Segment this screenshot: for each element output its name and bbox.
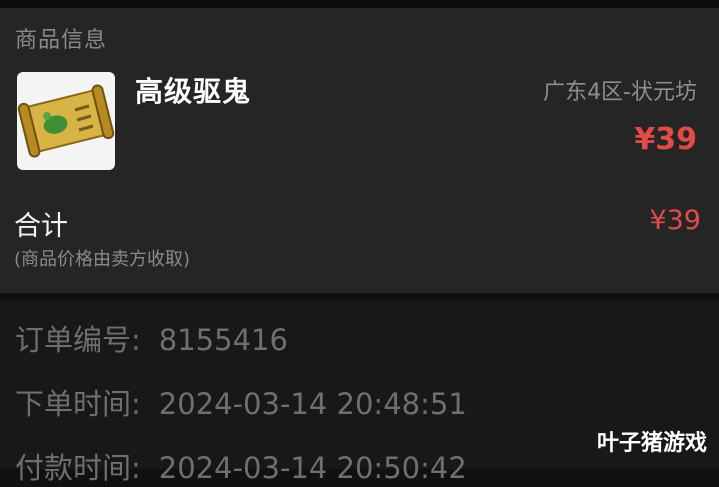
item-thumbnail[interactable] <box>17 72 115 170</box>
item-name: 高级驱鬼 <box>135 75 252 108</box>
price-note: (商品价格由卖方收取) <box>14 249 191 270</box>
product-info-card: 商品信息 高级驱鬼 广东4区-状元坊 ¥39 合计 ¥39 (商品价格由卖方收取… <box>0 8 719 293</box>
server-name: 广东4区-状元坊 <box>543 80 697 105</box>
payment-time-value: 2024-03-14 20:50:42 <box>158 451 467 485</box>
order-number-value: 8155416 <box>158 323 288 357</box>
order-time-value: 2024-03-14 20:48:51 <box>158 387 467 421</box>
section-title: 商品信息 <box>15 28 108 53</box>
watermark: 叶子猪游戏 <box>596 431 707 456</box>
top-bar <box>0 0 719 8</box>
order-time-row: 下单时间: 2024-03-14 20:48:51 <box>15 381 467 423</box>
total-price: ¥39 <box>649 205 701 236</box>
order-number-label: 订单编号: <box>15 323 141 357</box>
total-label: 合计 <box>14 211 68 242</box>
unit-price: ¥39 <box>634 122 697 157</box>
order-time-label: 下单时间: <box>15 387 141 421</box>
payment-time-label: 付款时间: <box>15 451 141 485</box>
scroll-icon <box>17 84 115 158</box>
payment-time-row: 付款时间: 2024-03-14 20:50:42 <box>15 445 467 487</box>
order-number-row: 订单编号: 8155416 <box>15 317 288 359</box>
